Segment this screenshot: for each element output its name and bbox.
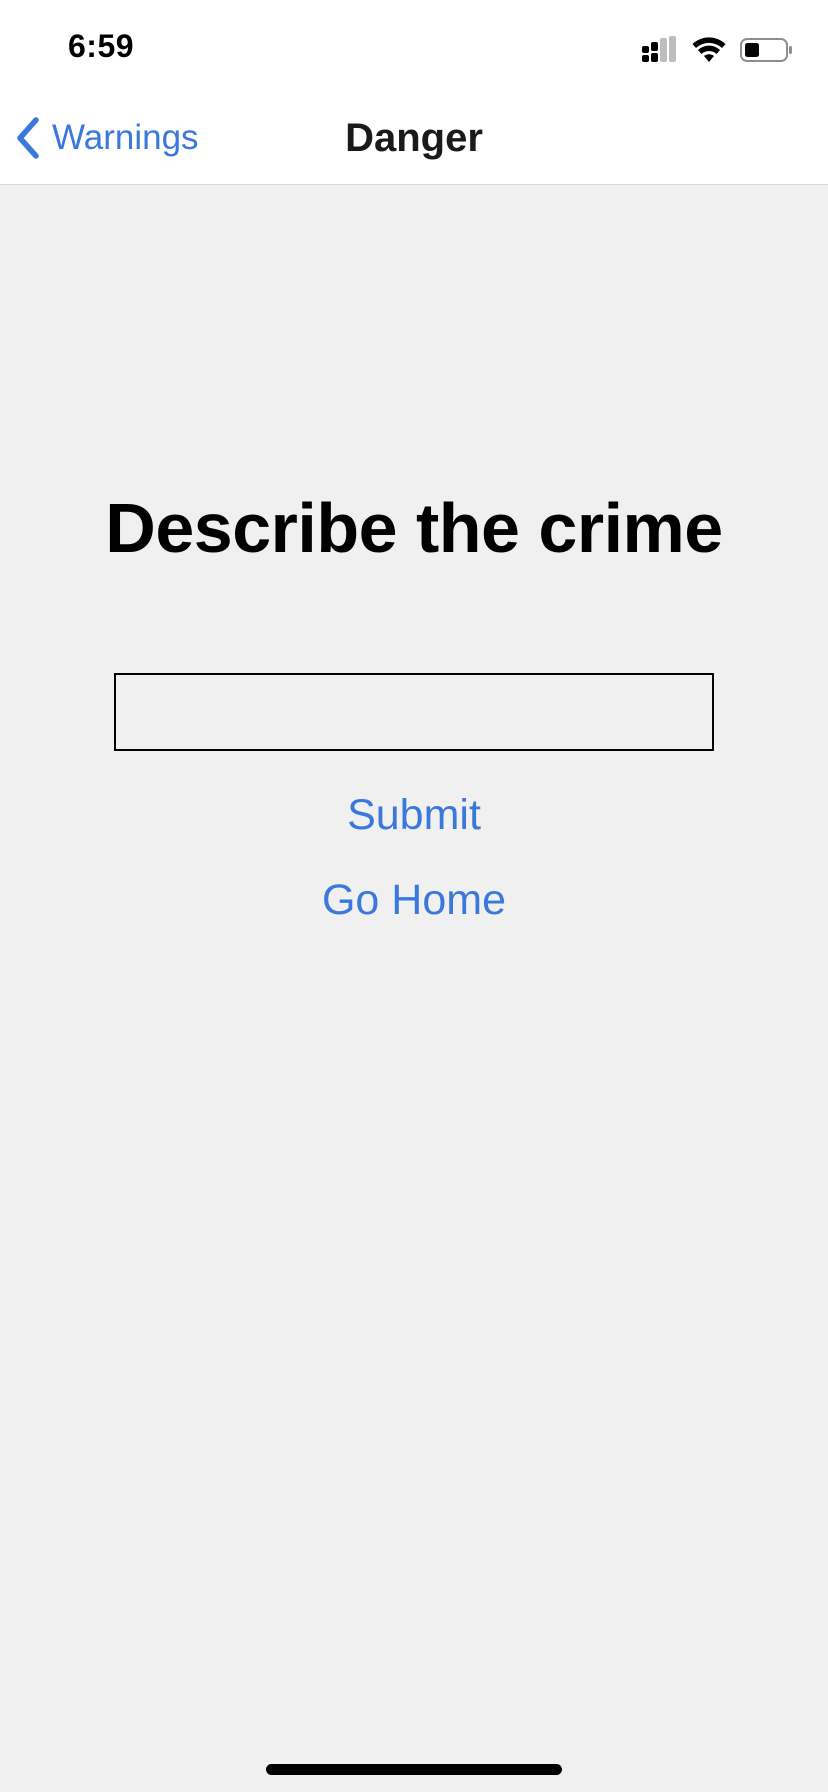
crime-description-input[interactable] [114, 673, 714, 751]
status-icons [642, 36, 794, 64]
status-time: 6:59 [68, 28, 135, 64]
battery-icon [740, 38, 792, 62]
go-home-button[interactable]: Go Home [0, 874, 828, 926]
crime-heading: Describe the crime [105, 489, 723, 567]
wifi-icon [692, 37, 726, 62]
status-bar: 6:59 [0, 0, 828, 92]
home-indicator[interactable] [266, 1764, 562, 1775]
page-title: Danger [345, 116, 483, 160]
navigation-bar: Warnings Danger [0, 92, 828, 185]
submit-button[interactable]: Submit [0, 789, 828, 841]
cellular-signal-icon [642, 36, 676, 62]
